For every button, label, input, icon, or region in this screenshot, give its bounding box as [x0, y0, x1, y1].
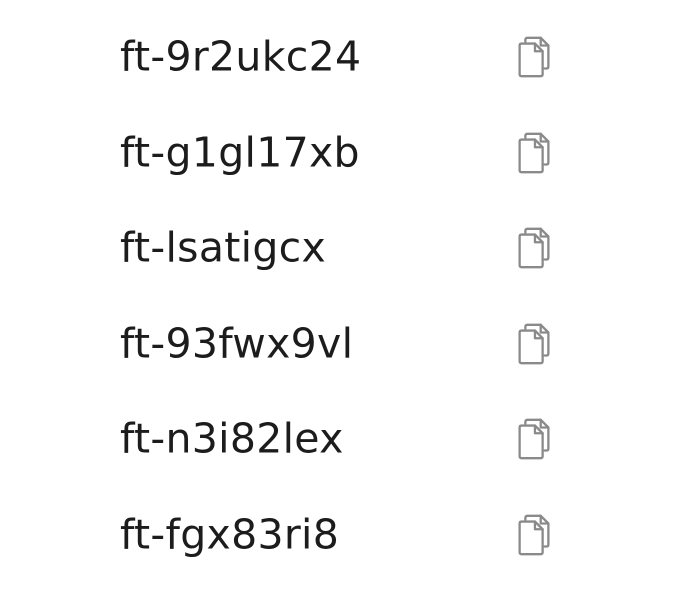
copy-button[interactable]: [508, 31, 560, 83]
item-id-text: ft-n3i82lex: [120, 414, 344, 463]
copy-button[interactable]: [508, 509, 560, 561]
id-list: ft-9r2ukc24 ft-g1gl17xb ft-lsatigcx ft-9…: [0, 0, 694, 598]
copy-button[interactable]: [508, 413, 560, 465]
copy-button[interactable]: [508, 222, 560, 274]
copy-icon: [518, 418, 550, 460]
copy-button[interactable]: [508, 318, 560, 370]
copy-icon: [518, 323, 550, 365]
copy-button[interactable]: [508, 127, 560, 179]
item-id-text: ft-9r2ukc24: [120, 32, 362, 81]
copy-icon: [518, 514, 550, 556]
list-item: ft-9r2ukc24: [0, 9, 694, 105]
item-id-text: ft-fgx83ri8: [120, 510, 340, 559]
item-id-text: ft-lsatigcx: [120, 223, 327, 272]
list-item: ft-g1gl17xb: [0, 105, 694, 201]
copy-icon: [518, 227, 550, 269]
list-item: ft-fgx83ri8: [0, 487, 694, 583]
copy-icon: [518, 36, 550, 78]
list-item: ft-93fwx9vl: [0, 296, 694, 392]
item-id-text: ft-g1gl17xb: [120, 128, 360, 177]
list-item: ft-lsatigcx: [0, 200, 694, 296]
item-id-text: ft-93fwx9vl: [120, 319, 354, 368]
copy-icon: [518, 132, 550, 174]
list-item: ft-n3i82lex: [0, 391, 694, 487]
